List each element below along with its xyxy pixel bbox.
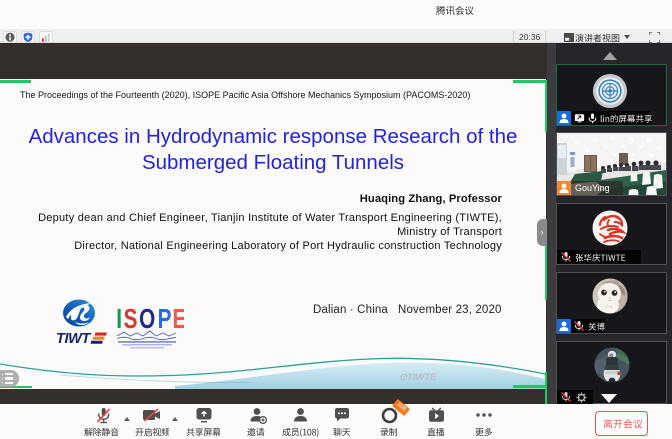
svg-text:I: I	[116, 304, 122, 335]
svg-text:S: S	[124, 304, 138, 335]
svg-text:P: P	[158, 304, 172, 335]
svg-text:⊙TIWTE: ⊙TIWTE	[399, 372, 437, 383]
svg-text:E: E	[172, 304, 184, 335]
svg-text:O: O	[139, 304, 155, 335]
svg-text:TIWT: TIWT	[56, 331, 91, 347]
